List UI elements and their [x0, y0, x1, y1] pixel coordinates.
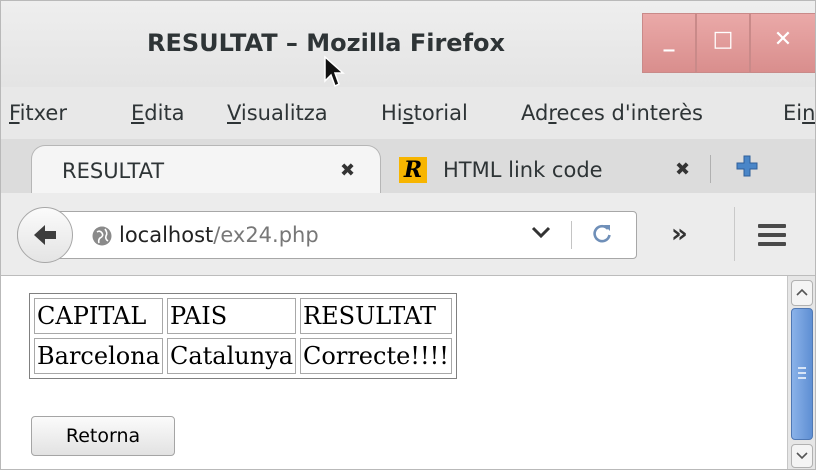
menu-edita[interactable]: Edita	[131, 101, 185, 125]
menu-hamburger-icon[interactable]	[758, 224, 786, 251]
menu-visualitza[interactable]: Visualitza	[227, 101, 328, 125]
url-text[interactable]: localhost/ex24.php	[119, 223, 319, 247]
minimize-icon: _	[663, 27, 675, 52]
table-cell: Catalunya	[166, 338, 297, 374]
maximize-button[interactable]: □	[696, 13, 750, 73]
nav-divider	[734, 207, 735, 261]
scroll-thumb[interactable]	[791, 308, 813, 440]
retorna-button[interactable]: Retorna	[31, 416, 175, 456]
chevron-up-icon	[796, 288, 808, 296]
close-icon: ✕	[773, 27, 793, 52]
table-header-row: CAPITAL PAIS RESULTAT	[34, 298, 452, 334]
grip-icon	[798, 367, 806, 382]
favicon-r-icon: R	[399, 157, 427, 183]
table-cell: Correcte!!!!	[300, 338, 452, 374]
result-table: CAPITAL PAIS RESULTAT Barcelona Cataluny…	[29, 293, 457, 379]
menu-eines[interactable]: Ein	[783, 101, 815, 125]
menu-fitxer[interactable]: Fitxer	[9, 101, 67, 125]
page-content: CAPITAL PAIS RESULTAT Barcelona Cataluny…	[1, 276, 786, 469]
tab-resultat[interactable]: RESULTAT ✖	[31, 145, 381, 194]
navigation-bar: localhost/ex24.php »	[1, 193, 815, 276]
reload-icon[interactable]	[591, 222, 613, 244]
back-button[interactable]	[17, 207, 73, 263]
minimize-button[interactable]: _	[642, 13, 696, 73]
overflow-chevron-icon[interactable]: »	[671, 219, 688, 249]
tab-close-icon[interactable]: ✖	[340, 160, 355, 181]
title-bar[interactable]: RESULTAT – Mozilla Firefox _ □ ✕	[1, 1, 815, 88]
browser-window: RESULTAT – Mozilla Firefox _ □ ✕ Fitxer …	[0, 0, 816, 470]
scroll-up-button[interactable]	[791, 280, 813, 306]
menu-bar: Fitxer Edita Visualitza Historial Adrece…	[1, 87, 815, 139]
table-cell: Barcelona	[34, 338, 163, 374]
scroll-down-button[interactable]	[791, 444, 813, 468]
table-row: Barcelona Catalunya Correcte!!!!	[34, 338, 452, 374]
menu-adreces[interactable]: Adreces d'interès	[521, 101, 703, 125]
table-header-cell: RESULTAT	[300, 298, 452, 334]
tab-html-link-code[interactable]: R HTML link code ✖	[393, 147, 713, 191]
close-button[interactable]: ✕	[750, 13, 815, 73]
back-arrow-icon	[34, 225, 56, 245]
table-header-cell: CAPITAL	[34, 298, 163, 334]
new-tab-icon[interactable]	[735, 154, 759, 178]
tab-label: RESULTAT	[62, 159, 165, 183]
menu-historial[interactable]: Historial	[381, 101, 468, 125]
dropdown-chevron-icon[interactable]	[531, 225, 551, 239]
vertical-scrollbar[interactable]	[787, 276, 815, 469]
chevron-down-icon	[796, 452, 808, 460]
tab-strip: RESULTAT ✖ R HTML link code ✖	[1, 139, 815, 194]
globe-icon[interactable]	[91, 225, 113, 247]
url-divider	[571, 221, 572, 249]
mouse-cursor-icon	[324, 55, 345, 88]
window-title: RESULTAT – Mozilla Firefox	[147, 29, 505, 57]
maximize-icon: □	[712, 27, 734, 52]
tab-label: HTML link code	[443, 158, 603, 182]
table-header-cell: PAIS	[166, 298, 297, 334]
tab-divider	[710, 155, 711, 183]
tab-close-icon[interactable]: ✖	[675, 159, 690, 180]
